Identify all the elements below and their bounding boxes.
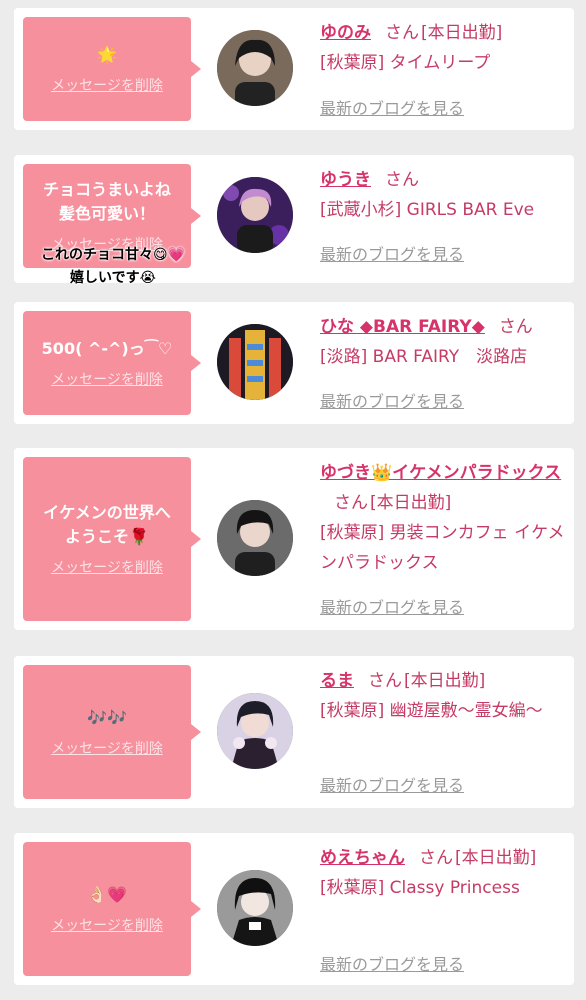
message-bubble: 🎶🎶 メッセージを削除: [23, 665, 201, 799]
message-text: 👌🏻💗: [87, 885, 127, 904]
shop-name: [武蔵小杉] GIRLS BAR Eve: [320, 200, 535, 220]
delete-message-link[interactable]: メッセージを削除: [51, 557, 163, 577]
latest-blog-link[interactable]: 最新のブログを見る: [320, 594, 464, 618]
cast-name-link[interactable]: ひな ◆BAR FAIRY◆: [320, 317, 485, 337]
message-text: 🌟: [97, 45, 117, 64]
latest-blog-link[interactable]: 最新のブログを見る: [320, 388, 464, 412]
cast-info: ゆのみ さん [本日出勤] [秋葉原] タイムリープ: [320, 18, 570, 78]
avatar[interactable]: [217, 177, 293, 253]
honorific: さん: [334, 493, 368, 513]
message-bubble: イケメンの世界へ ようこそ🌹 メッセージを削除: [23, 457, 201, 621]
cast-name-link[interactable]: ゆのみ: [320, 23, 371, 43]
message-bubble: 🌟 メッセージを削除: [23, 17, 201, 121]
delete-message-link[interactable]: メッセージを削除: [51, 75, 163, 95]
honorific: さん: [368, 671, 402, 691]
shop-name: [秋葉原] 男装コンカフェ イケメンパラドックス: [320, 523, 565, 573]
shop-name: [秋葉原] タイムリープ: [320, 53, 491, 73]
honorific: さん: [419, 848, 453, 868]
message-card: 🎶🎶 メッセージを削除 るま さん [本日出勤] [秋葉原] 幽遊屋敷〜霊女編〜 最…: [14, 656, 574, 808]
status-badge: [本日出勤]: [421, 23, 503, 43]
message-bubble: 500( ^-^)っ⁀♡ メッセージを削除: [23, 311, 201, 415]
shop-name: [淡路] BAR FAIRY 淡路店: [320, 347, 528, 367]
latest-blog-link[interactable]: 最新のブログを見る: [320, 772, 464, 796]
message-bubble: 👌🏻💗 メッセージを削除: [23, 842, 201, 976]
message-text: イケメンの世界へ ようこそ🌹: [43, 503, 171, 546]
message-text: 500( ^-^)っ⁀♡: [41, 339, 173, 358]
cast-info: ひな ◆BAR FAIRY◆ さん [淡路] BAR FAIRY 淡路店: [320, 312, 570, 372]
cast-info: るま さん [本日出勤] [秋葉原] 幽遊屋敷〜霊女編〜: [320, 666, 570, 726]
shop-name: [秋葉原] Classy Princess: [320, 878, 520, 898]
message-card: 500( ^-^)っ⁀♡ メッセージを削除 ひな ◆BAR FAIRY◆ さん […: [14, 302, 574, 424]
cast-info: ゆづき👑イケメンパラドックスさん [本日出勤] [秋葉原] 男装コンカフェ イケメ…: [320, 458, 570, 578]
cast-name-link[interactable]: るま: [320, 671, 354, 691]
message-card: 👌🏻💗 メッセージを削除 めえちゃん さん [本日出勤] [秋葉原] Classy …: [14, 833, 574, 985]
cast-info: めえちゃん さん [本日出勤] [秋葉原] Classy Princess: [320, 843, 570, 903]
cast-name-link[interactable]: ゆづき👑イケメンパラドックス: [320, 463, 561, 483]
overlay-caption: これのチョコ甘々😋💗 嬉しいです😭: [40, 247, 186, 286]
latest-blog-link[interactable]: 最新のブログを見る: [320, 241, 464, 265]
latest-blog-link[interactable]: 最新のブログを見る: [320, 95, 464, 119]
avatar[interactable]: [217, 870, 293, 946]
honorific: さん: [385, 170, 419, 190]
delete-message-link[interactable]: メッセージを削除: [51, 915, 163, 935]
shop-name: [秋葉原] 幽遊屋敷〜霊女編〜: [320, 701, 543, 721]
status-badge: [本日出勤]: [370, 493, 452, 513]
message-text: 🎶🎶: [87, 708, 127, 727]
delete-message-link[interactable]: メッセージを削除: [51, 369, 163, 389]
latest-blog-link[interactable]: 最新のブログを見る: [320, 951, 464, 975]
cast-info: ゆうき さん [武蔵小杉] GIRLS BAR Eve: [320, 165, 570, 225]
avatar[interactable]: [217, 500, 293, 576]
cast-name-link[interactable]: ゆうき: [320, 170, 371, 190]
honorific: さん: [498, 317, 533, 337]
avatar[interactable]: [217, 30, 293, 106]
status-badge: [本日出勤]: [455, 848, 537, 868]
avatar[interactable]: [217, 693, 293, 769]
message-card: 🌟 メッセージを削除 ゆのみ さん [本日出勤] [秋葉原] タイムリープ 最新のブ…: [14, 8, 574, 130]
delete-message-link[interactable]: メッセージを削除: [51, 738, 163, 758]
message-text: チョコうまいよね 髪色可愛い！: [43, 180, 171, 223]
message-card: イケメンの世界へ ようこそ🌹 メッセージを削除 ゆづき👑イケメンパラドックスさん…: [14, 448, 574, 630]
cast-name-link[interactable]: めえちゃん: [320, 848, 405, 868]
status-badge: [本日出勤]: [404, 671, 486, 691]
honorific: さん: [385, 23, 419, 43]
avatar[interactable]: [217, 324, 293, 400]
